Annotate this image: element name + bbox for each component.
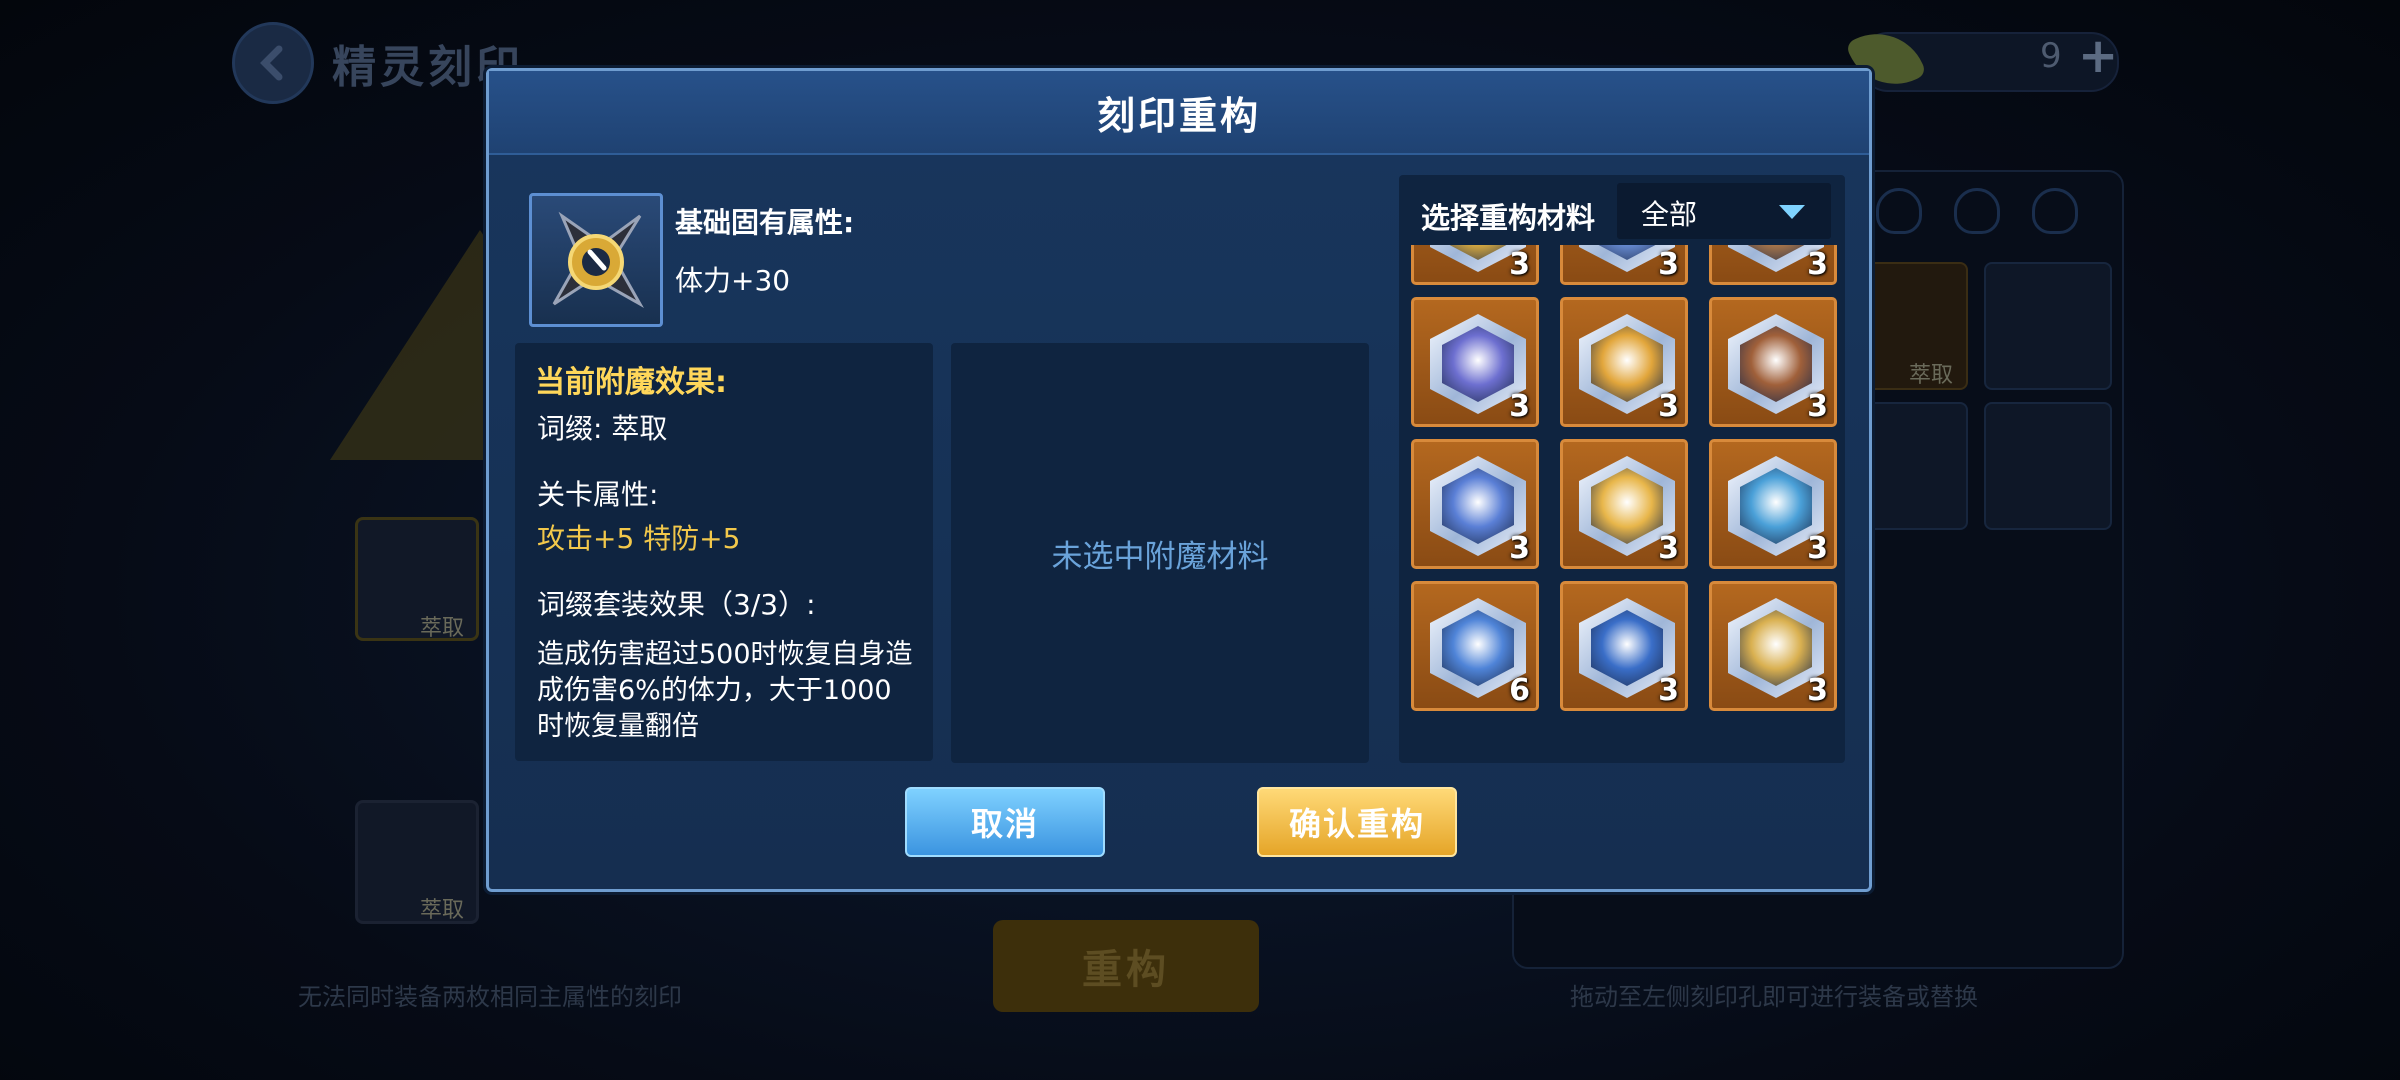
spirit-portrait [1442, 326, 1514, 402]
imprint-item-frame [529, 193, 663, 327]
inventory-tile[interactable] [1984, 262, 2112, 390]
bg-header: 精灵刻印 [232, 22, 524, 104]
material-count: 3 [1658, 531, 1679, 566]
base-attr-value: 体力+30 [675, 264, 791, 297]
effect-title: 当前附魔效果: [535, 365, 727, 400]
material-count: 3 [1807, 673, 1828, 708]
selected-material-panel: 未选中附魔材料 [951, 343, 1369, 763]
material-count: 3 [1807, 389, 1828, 424]
bg-rebuild-button[interactable]: 重构 [993, 920, 1259, 1012]
material-count: 3 [1658, 247, 1679, 282]
spirit-portrait [1591, 610, 1663, 686]
material-count: 3 [1658, 673, 1679, 708]
material-count: 3 [1509, 531, 1530, 566]
material-count: 3 [1807, 531, 1828, 566]
material-count: 3 [1509, 389, 1530, 424]
inventory-tile[interactable] [1984, 402, 2112, 530]
spirit-portrait [1442, 245, 1514, 260]
material-title: 选择重构材料 [1421, 201, 1596, 235]
material-tile[interactable]: 3 [1709, 245, 1837, 285]
back-button[interactable] [232, 22, 314, 104]
spirit-portrait [1591, 326, 1663, 402]
current-effect-panel: 当前附魔效果: 词缀: 萃取 关卡属性: 攻击+5 特防+5 词缀套装效果（3/… [515, 343, 933, 761]
material-tile[interactable]: 3 [1709, 439, 1837, 569]
material-panel: 选择重构材料 全部 3 3 3 3 3 3 3 3 3 6 3 3 [1399, 175, 1845, 763]
spirit-portrait [1591, 245, 1663, 260]
stage-attr-title: 关卡属性: [537, 478, 659, 511]
material-tile[interactable]: 3 [1411, 297, 1539, 427]
set-effect-desc: 造成伤害超过500时恢复自身造成伤害6%的体力，大于1000时恢复量翻倍 [537, 639, 913, 742]
bg-hint-left: 无法同时装备两枚相同主属性的刻印 [298, 983, 682, 1011]
spirit-portrait [1442, 610, 1514, 686]
material-tile[interactable]: 3 [1560, 581, 1688, 711]
material-filter-dropdown[interactable]: 全部 [1617, 183, 1831, 239]
spirit-portrait [1740, 468, 1812, 544]
filter-value: 全部 [1641, 198, 1698, 231]
material-count: 6 [1509, 673, 1530, 708]
material-count: 3 [1807, 247, 1828, 282]
no-material-text: 未选中附魔材料 [1051, 538, 1269, 575]
material-grid: 3 3 3 3 3 3 3 3 3 6 3 3 [1411, 245, 1841, 757]
material-tile[interactable]: 3 [1709, 297, 1837, 427]
stage-attr-values: 攻击+5 特防+5 [537, 522, 741, 555]
set-effect-title: 词缀套装效果（3/3）: [537, 588, 816, 621]
add-currency-button[interactable]: + [2078, 28, 2118, 84]
material-tile[interactable]: 3 [1560, 245, 1688, 285]
spirit-portrait [1740, 245, 1812, 260]
slot-label: 萃取 [420, 616, 465, 641]
slot-label: 萃取 [420, 898, 465, 923]
spirit-portrait [1591, 468, 1663, 544]
currency-count: 9 [2040, 36, 2062, 76]
chevron-left-icon [260, 45, 283, 81]
material-tile[interactable]: 3 [1411, 245, 1539, 285]
cancel-button[interactable]: 取消 [905, 787, 1105, 857]
shield-icon[interactable] [1954, 188, 2000, 234]
rebuild-dialog: 刻印重构 基础固有属性: 体力+30 当前附魔效果: 词缀: 萃取 关卡属性: … [486, 68, 1872, 892]
base-attr-title: 基础固有属性: [675, 206, 855, 239]
material-tile[interactable]: 6 [1411, 581, 1539, 711]
imprint-icon [552, 211, 644, 308]
material-count: 3 [1509, 247, 1530, 282]
shield-icon[interactable] [2032, 188, 2078, 234]
material-tile[interactable]: 3 [1560, 439, 1688, 569]
dropdown-arrow-icon [1779, 205, 1805, 219]
dialog-title: 刻印重构 [1096, 93, 1261, 138]
confirm-rebuild-button[interactable]: 确认重构 [1257, 787, 1457, 857]
dialog-header: 刻印重构 [489, 71, 1869, 155]
bg-hint-right: 拖动至左侧刻印孔即可进行装备或替换 [1570, 983, 1978, 1011]
material-tile[interactable]: 3 [1560, 297, 1688, 427]
material-tile[interactable]: 3 [1411, 439, 1539, 569]
spirit-portrait [1740, 610, 1812, 686]
spirit-portrait [1740, 326, 1812, 402]
affix-text: 词缀: 萃取 [537, 412, 668, 445]
shield-icon[interactable] [1876, 188, 1922, 234]
material-count: 3 [1658, 389, 1679, 424]
spirit-portrait [1442, 468, 1514, 544]
tile-label: 萃取 [1909, 363, 1954, 388]
material-tile[interactable]: 3 [1709, 581, 1837, 711]
